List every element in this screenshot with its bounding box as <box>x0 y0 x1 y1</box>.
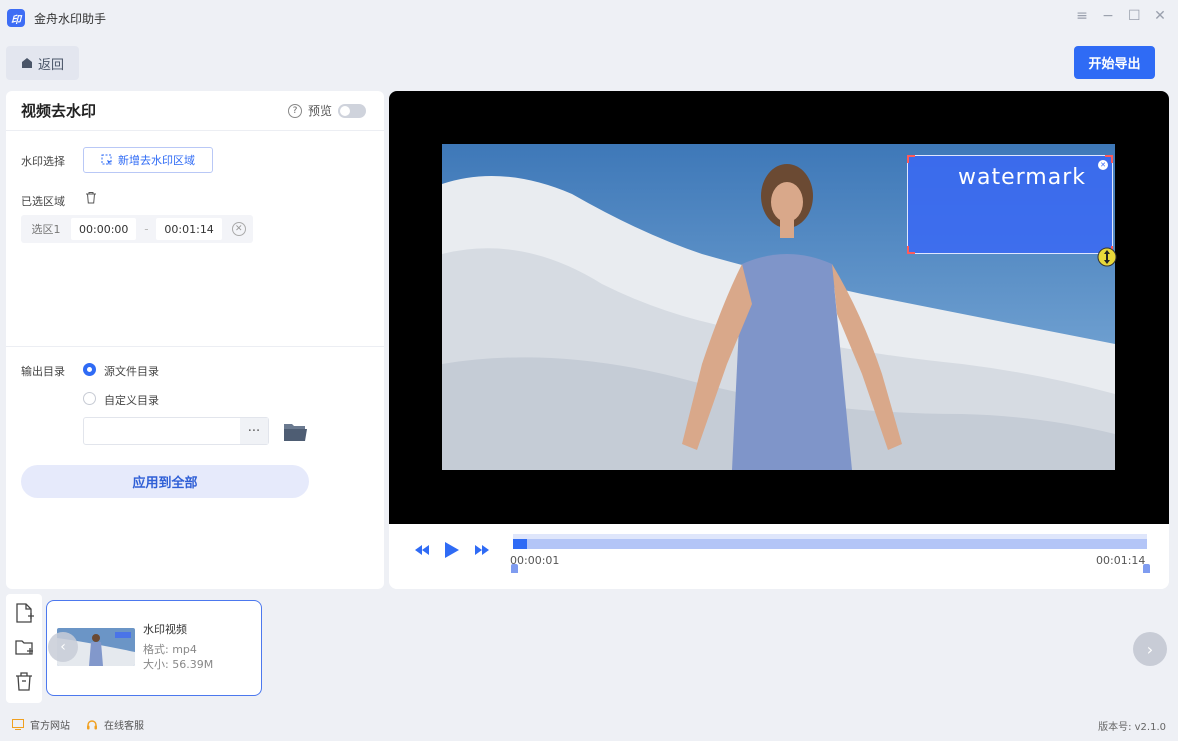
start-marker[interactable] <box>511 564 518 573</box>
footer: 官方网站 在线客服 版本号: v2.1.0 <box>0 708 1178 741</box>
add-file-icon[interactable] <box>14 602 34 624</box>
trash-icon[interactable] <box>85 191 97 204</box>
output-dir-label: 输出目录 <box>21 365 65 378</box>
headset-icon <box>87 719 97 729</box>
back-button-label: 返回 <box>37 57 64 73</box>
scroll-left-icon[interactable]: ‹ <box>48 632 78 662</box>
home-icon <box>21 58 32 68</box>
apply-all-button[interactable]: 应用到全部 <box>21 465 309 498</box>
close-icon[interactable]: ✕ <box>1154 8 1166 24</box>
menu-icon[interactable]: ≡ <box>1076 8 1088 24</box>
play-icon[interactable] <box>445 542 459 558</box>
region-row: 选区1 00:00:00 - 00:01:14 ✕ <box>21 215 253 243</box>
timeline-track <box>513 539 1147 549</box>
corner-handle[interactable] <box>907 246 915 254</box>
folder-open-icon[interactable] <box>283 420 308 442</box>
browse-button[interactable]: ··· <box>240 418 268 444</box>
support-link[interactable]: 在线客服 <box>86 717 144 732</box>
website-label: 官方网站 <box>30 721 70 732</box>
preview-label: 预览 <box>307 104 332 118</box>
add-region-label: 新增去水印区域 <box>118 154 195 167</box>
scroll-right-icon[interactable]: › <box>1133 632 1167 666</box>
corner-handle[interactable] <box>1105 155 1113 163</box>
panel-header: 视频去水印 ? 预览 <box>6 91 384 131</box>
start-export-button[interactable]: 开始导出 <box>1074 46 1155 79</box>
total-time: 00:01:14 <box>1096 554 1146 567</box>
file-name: 水印视频 <box>143 623 187 636</box>
clear-region-icon[interactable]: ✕ <box>231 222 246 236</box>
video-canvas: watermark ✕ <box>389 91 1169 524</box>
radio-source-dir[interactable] <box>83 363 96 376</box>
watermark-selection-box[interactable]: watermark ✕ <box>907 155 1113 254</box>
panel-title: 视频去水印 <box>21 102 97 120</box>
window-controls: ≡ − ☐ ✕ <box>1076 8 1166 24</box>
source-dir-label: 源文件目录 <box>104 365 159 378</box>
timeline-slider[interactable] <box>513 534 1147 550</box>
file-list-panel: 水印视频 格式: mp4 大小: 56.39M ‹ <box>6 594 1169 703</box>
delete-all-icon[interactable] <box>14 670 34 692</box>
timeline-progress <box>513 539 527 549</box>
version-label: 版本号: v2.1.0 <box>1098 722 1166 733</box>
region-end-time[interactable]: 00:01:14 <box>156 218 222 240</box>
back-button[interactable]: 返回 <box>6 46 79 80</box>
website-link[interactable]: 官方网站 <box>12 717 70 732</box>
maximize-icon[interactable]: ☐ <box>1128 8 1141 24</box>
corner-handle[interactable] <box>907 155 915 163</box>
file-tools <box>6 594 42 703</box>
watermark-select-label: 水印选择 <box>21 155 65 168</box>
preview-toggle[interactable] <box>338 103 366 118</box>
region-name: 选区1 <box>31 223 61 236</box>
output-path-input[interactable]: ··· <box>83 417 269 445</box>
add-region-button[interactable]: 新增去水印区域 <box>83 147 213 173</box>
radio-custom-dir[interactable] <box>83 392 96 405</box>
divider <box>6 346 384 347</box>
add-folder-icon[interactable] <box>14 636 34 658</box>
minimize-icon[interactable]: − <box>1102 8 1114 24</box>
preview-control: ? 预览 <box>287 102 366 119</box>
end-marker[interactable] <box>1143 564 1150 573</box>
settings-panel: 视频去水印 ? 预览 水印选择 新增去水印区域 已选区域 选区1 00:00:0… <box>6 91 384 589</box>
selected-regions-label: 已选区域 <box>21 195 65 208</box>
rewind-icon[interactable] <box>415 545 429 555</box>
region-start-time[interactable]: 00:00:00 <box>71 218 137 240</box>
title-bar: 印 金舟水印助手 ≡ − ☐ ✕ <box>0 0 1178 36</box>
custom-dir-label: 自定义目录 <box>104 394 159 407</box>
time-separator: - <box>144 222 149 236</box>
resize-cursor-icon[interactable] <box>1096 246 1118 268</box>
support-label: 在线客服 <box>104 721 144 732</box>
playback-controls: 00:00:01 00:01:14 <box>389 524 1169 589</box>
app-logo: 印 <box>7 9 25 27</box>
fast-forward-icon[interactable] <box>475 545 489 555</box>
video-preview-panel: watermark ✕ 00:00:01 00:01:14 <box>389 91 1169 589</box>
watermark-text: watermark <box>958 165 1086 190</box>
file-card[interactable]: 水印视频 格式: mp4 大小: 56.39M <box>46 600 262 696</box>
file-format: 格式: mp4 <box>143 643 197 656</box>
file-size: 大小: 56.39M <box>143 658 214 671</box>
select-region-icon <box>101 154 112 165</box>
app-title: 金舟水印助手 <box>34 11 107 26</box>
website-icon <box>12 719 24 730</box>
help-icon[interactable]: ? <box>287 103 302 118</box>
